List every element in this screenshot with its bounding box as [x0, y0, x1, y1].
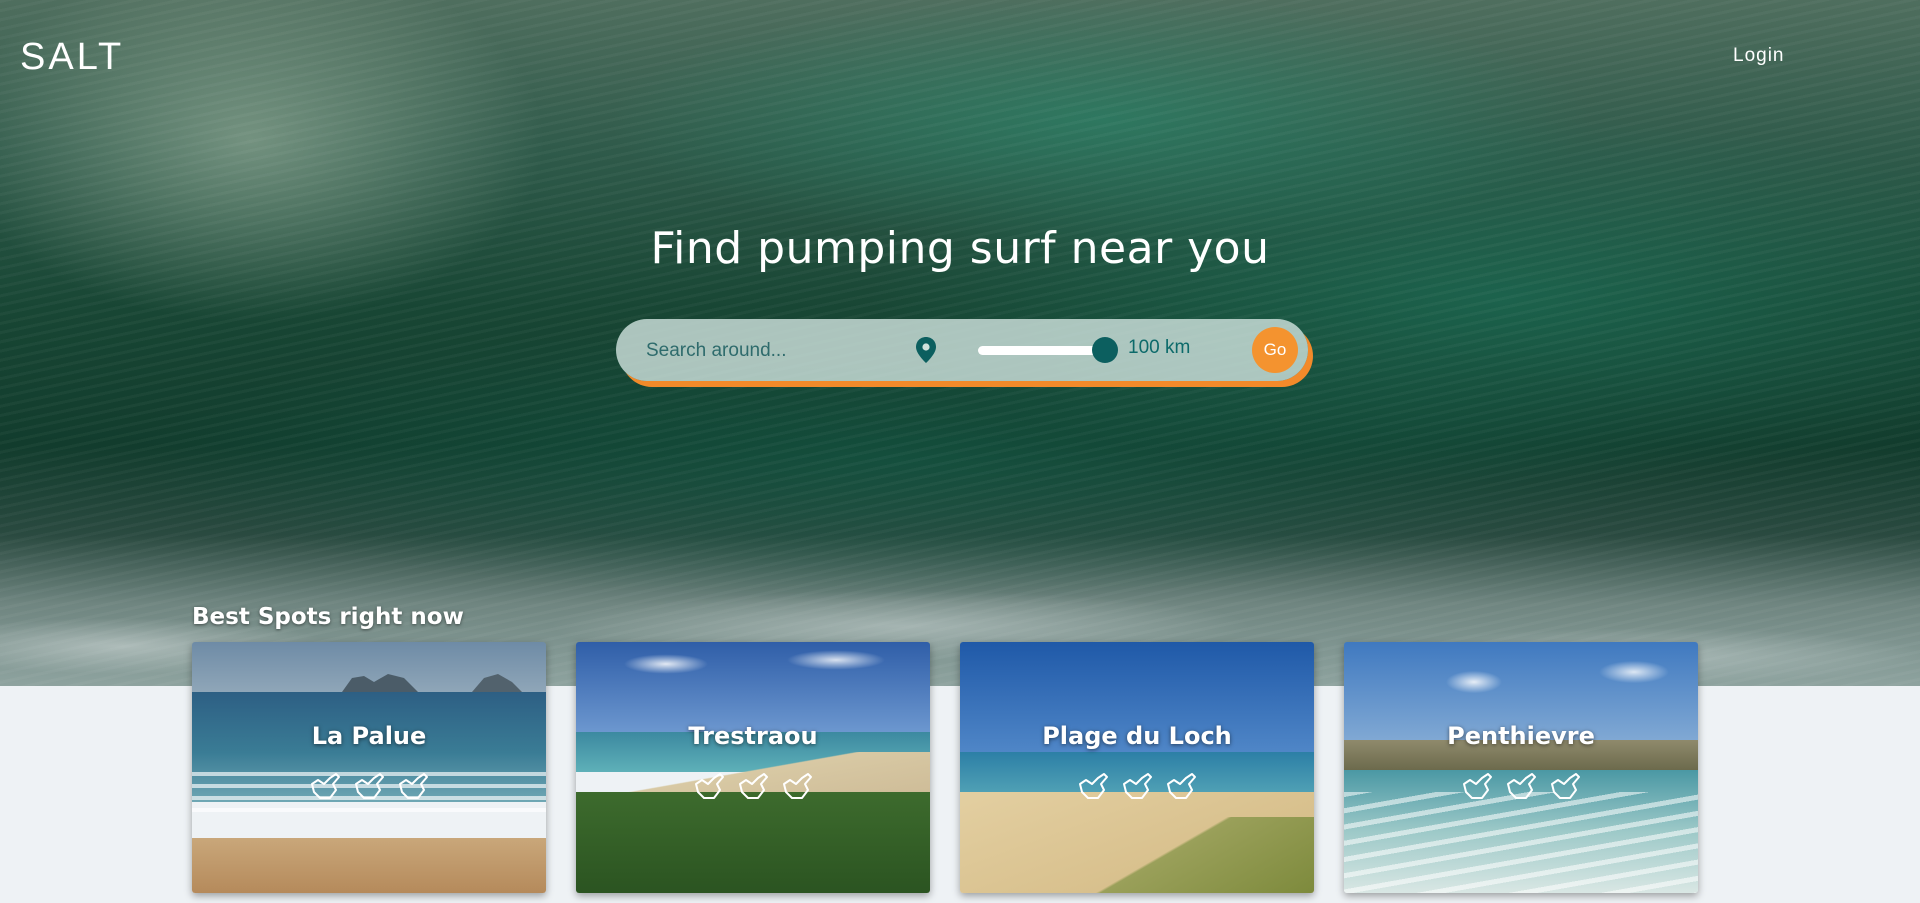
search-input[interactable]: [646, 337, 896, 365]
go-button[interactable]: Go: [1252, 327, 1298, 373]
shaka-icon: [1507, 773, 1536, 799]
shaka-icon: [695, 773, 724, 799]
login-link[interactable]: Login: [1733, 45, 1785, 67]
spot-name: La Palue: [311, 722, 427, 750]
spot-rating: [192, 770, 546, 802]
spot-name: Plage du Loch: [1042, 722, 1232, 750]
shaka-icon: [783, 773, 812, 799]
spot-rating: [960, 770, 1314, 802]
spot-rating: [1344, 770, 1698, 802]
spot-name: Trestraou: [688, 722, 818, 750]
hero-headline: Find pumping surf near you: [650, 223, 1270, 274]
spot-card-trestraou[interactable]: Trestraou: [576, 642, 930, 893]
shaka-icon: [1551, 773, 1580, 799]
shaka-icon: [1463, 773, 1492, 799]
spot-card-penthievre[interactable]: Penthievre: [1344, 642, 1698, 893]
shaka-icon: [1167, 773, 1196, 799]
best-spots-title: Best Spots right now: [192, 604, 464, 630]
radius-value: 100 km: [1128, 337, 1191, 358]
spot-name: Penthievre: [1447, 722, 1595, 750]
shaka-icon: [1123, 773, 1152, 799]
shaka-icon: [1079, 773, 1108, 799]
radius-slider-thumb[interactable]: [1092, 337, 1118, 363]
shaka-icon: [355, 773, 384, 799]
spot-card-plage-du-loch[interactable]: Plage du Loch: [960, 642, 1314, 893]
shaka-icon: [739, 773, 768, 799]
best-spots-list: La Palue Trestraou Plage du Loch Penthie…: [192, 642, 1702, 893]
spot-card-la-palue[interactable]: La Palue: [192, 642, 546, 893]
brand-logo[interactable]: SALT: [20, 36, 124, 79]
location-pin-icon[interactable]: [914, 336, 938, 364]
search-bar: 100 km Go: [616, 319, 1308, 381]
shaka-icon: [311, 773, 340, 799]
radius-slider-track[interactable]: [978, 346, 1106, 355]
shaka-icon: [399, 773, 428, 799]
spot-rating: [576, 770, 930, 802]
